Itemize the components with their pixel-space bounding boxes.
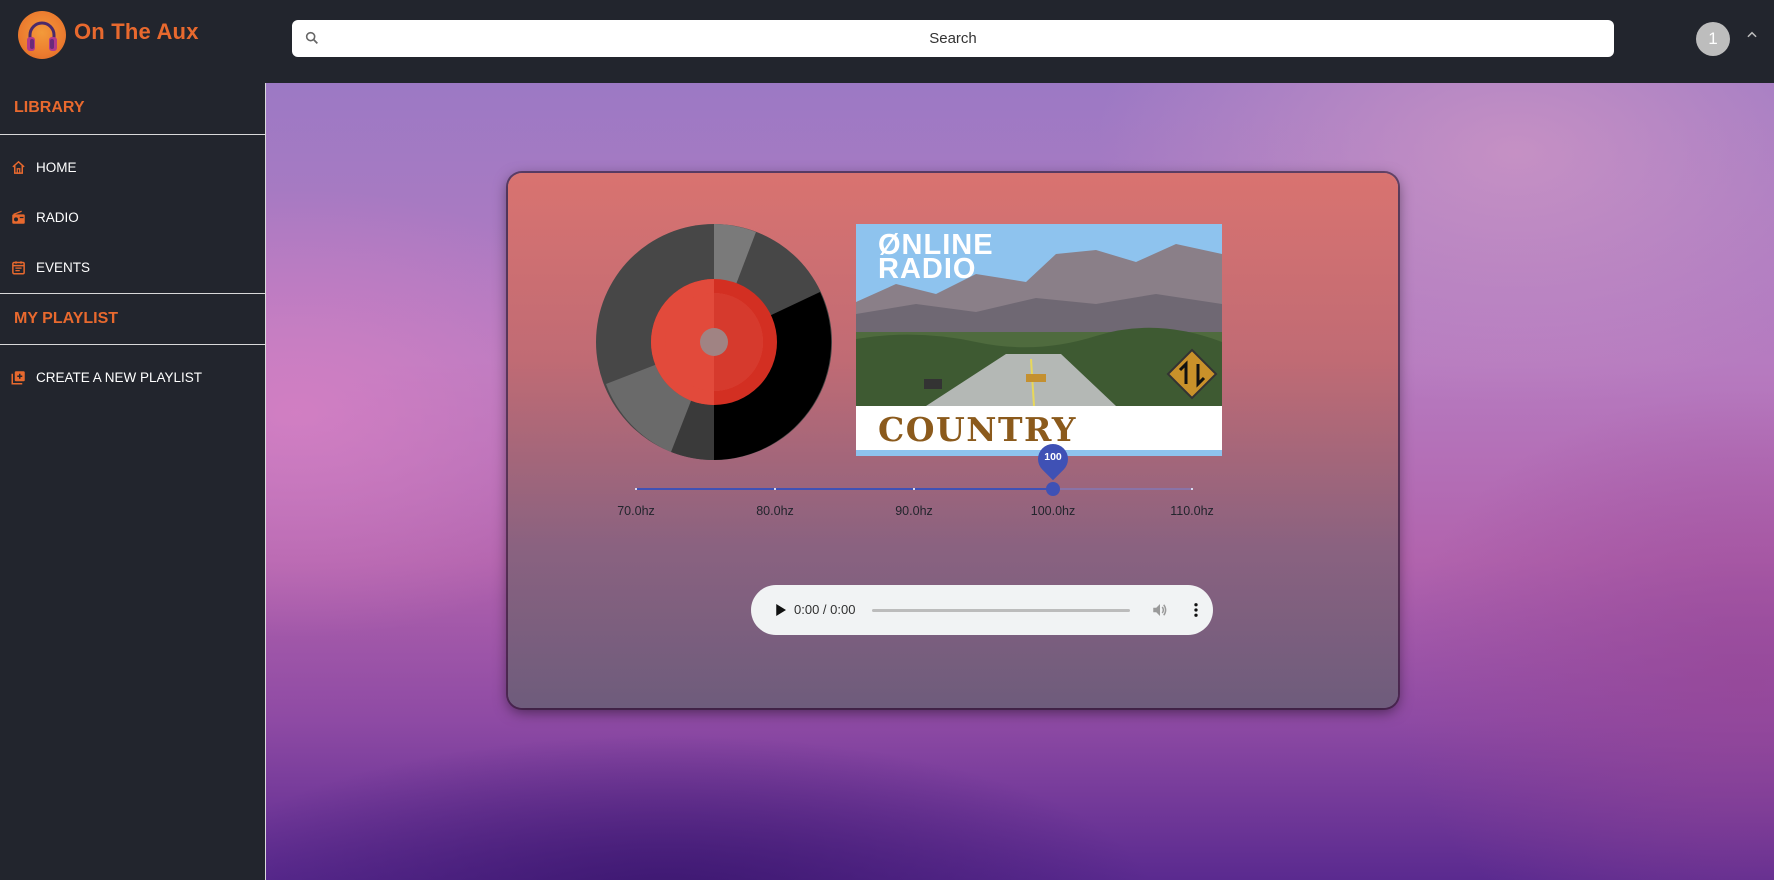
avatar[interactable]: 1 <box>1696 22 1730 56</box>
sidebar-item-home[interactable]: HOME <box>0 143 265 193</box>
slider-tick-label: 100.0hz <box>1030 504 1076 518</box>
station-cover-art: ØNLINE RADIO COUNTRY <box>856 224 1222 456</box>
sidebar-item-events[interactable]: EVENTS <box>0 243 265 293</box>
play-icon[interactable] <box>771 601 789 619</box>
slider-tick-label: 70.0hz <box>617 504 655 518</box>
playlist-add-icon <box>11 371 25 385</box>
frequency-slider[interactable]: 70.0hz 80.0hz 90.0hz 100.0hz 110.0hz 100 <box>617 437 1214 558</box>
top-bar: On The Aux 1 <box>0 0 1774 83</box>
calendar-icon <box>12 261 25 275</box>
sidebar-item-label: EVENTS <box>36 260 91 275</box>
search-icon <box>305 31 318 44</box>
slider-tick-label: 90.0hz <box>895 504 933 518</box>
radio-icon <box>12 210 25 224</box>
slider-tick-label: 80.0hz <box>756 504 794 518</box>
radio-player-card: ØNLINE RADIO COUNTRY 70.0hz 80.0hz 90.0hz 1… <box>508 173 1398 708</box>
slider-track-fill <box>636 488 1053 490</box>
search-input[interactable] <box>328 20 1578 57</box>
library-heading: LIBRARY <box>0 83 265 135</box>
my-playlist-heading: MY PLAYLIST <box>0 293 265 345</box>
headphones-logo-icon[interactable] <box>18 11 66 59</box>
cover-title-line2: RADIO <box>878 253 977 285</box>
slider-tick <box>1191 488 1193 490</box>
sidebar-item-label: HOME <box>36 160 77 175</box>
cover-genre-band: COUNTRY <box>856 406 1222 450</box>
sidebar-item-label: CREATE A NEW PLAYLIST <box>36 370 203 385</box>
library-nav: HOME RADIO EVENTS <box>0 135 265 293</box>
audio-player: 0:00 / 0:00 <box>751 585 1213 635</box>
volume-icon[interactable] <box>1151 601 1169 619</box>
audio-time: 0:00 / 0:00 <box>794 602 856 617</box>
slider-tick <box>635 488 637 490</box>
main-content: ØNLINE RADIO COUNTRY 70.0hz 80.0hz 90.0hz 1… <box>266 83 1774 880</box>
sidebar-item-radio[interactable]: RADIO <box>0 193 265 243</box>
slider-tick <box>913 488 915 490</box>
chevron-up-icon[interactable] <box>1745 28 1759 42</box>
more-options-icon[interactable] <box>1187 601 1205 619</box>
vinyl-record-icon <box>596 224 832 460</box>
sidebar-item-create-playlist[interactable]: CREATE A NEW PLAYLIST <box>0 353 265 403</box>
audio-progress-bar[interactable] <box>872 609 1130 612</box>
sidebar-item-label: RADIO <box>36 210 79 225</box>
sidebar: LIBRARY HOME RADIO EVENTS MY PLAYLIST CR… <box>0 83 266 880</box>
home-icon <box>12 160 25 174</box>
search-bar <box>292 20 1614 57</box>
cover-genre-label: COUNTRY <box>878 410 1077 449</box>
brand-name[interactable]: On The Aux <box>74 19 199 45</box>
slider-value-label: 100 <box>1044 451 1062 463</box>
playlist-nav: CREATE A NEW PLAYLIST <box>0 345 265 403</box>
slider-tick <box>774 488 776 490</box>
slider-tick-label: 110.0hz <box>1170 504 1214 518</box>
slider-thumb[interactable] <box>1046 482 1060 496</box>
